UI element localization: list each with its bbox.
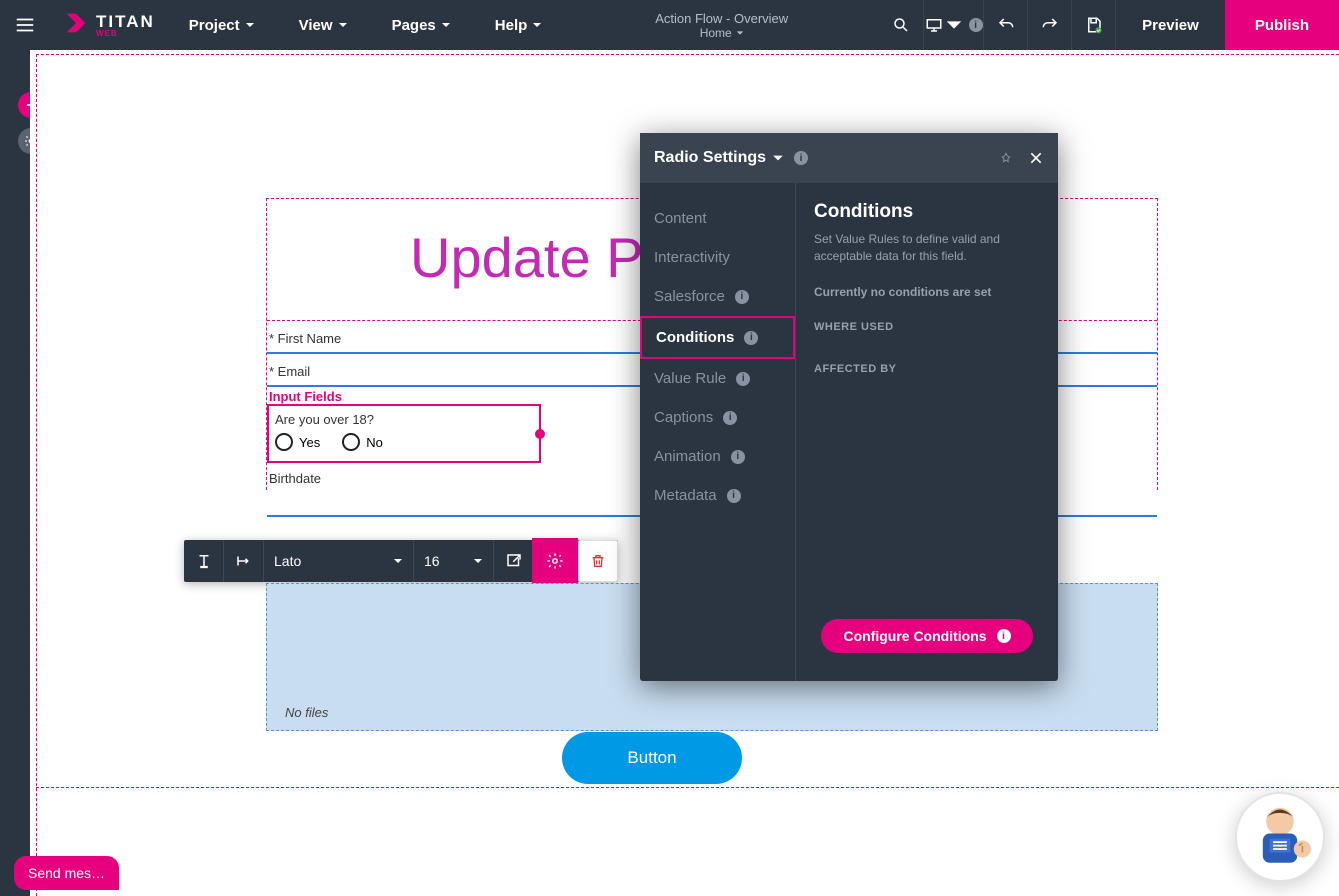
- search-button[interactable]: [879, 0, 923, 50]
- chevron-down-icon: [532, 20, 542, 30]
- redo-button[interactable]: [1027, 0, 1071, 50]
- info-badge-icon: i: [744, 331, 758, 345]
- device-preview-button[interactable]: i: [923, 0, 983, 50]
- info-badge-icon: i: [997, 629, 1011, 643]
- radio-settings-popover: Radio Settings i ContentInteractivitySal…: [640, 133, 1058, 681]
- popover-content: Conditions Set Value Rules to define val…: [796, 183, 1058, 681]
- page-context[interactable]: Action Flow - Overview Home: [564, 11, 879, 40]
- affected-by-section: AFFECTED BY: [814, 363, 1040, 375]
- logo[interactable]: TITAN WEB: [50, 9, 167, 42]
- chevron-down-icon: [393, 556, 403, 566]
- font-size-select[interactable]: 16: [414, 540, 494, 582]
- redo-icon: [1041, 16, 1059, 34]
- hamburger-menu[interactable]: [0, 14, 50, 36]
- gear-icon: [546, 552, 564, 570]
- spacing-icon: [235, 552, 253, 570]
- hamburger-icon: [14, 14, 36, 36]
- menu-view[interactable]: View: [277, 0, 370, 50]
- text-icon: [195, 552, 213, 570]
- menu-help[interactable]: Help: [473, 0, 565, 50]
- chevron-down-icon: [736, 29, 744, 37]
- context-title: Action Flow - Overview: [655, 11, 788, 26]
- popover-nav-captions[interactable]: Captionsi: [640, 398, 795, 437]
- popover-nav-interactivity[interactable]: Interactivity: [640, 238, 795, 277]
- popover-header[interactable]: Radio Settings i: [640, 133, 1058, 183]
- main-menu: Project View Pages Help: [167, 0, 565, 50]
- save-icon: [1085, 16, 1103, 34]
- search-icon: [892, 16, 910, 34]
- context-sub: Home: [700, 26, 744, 40]
- radio-question: Are you over 18?: [275, 412, 533, 427]
- chevron-down-icon: [441, 20, 451, 30]
- info-badge-icon: i: [735, 290, 749, 304]
- spacing-button[interactable]: [224, 540, 264, 582]
- top-toolbar: TITAN WEB Project View Pages Help Action…: [0, 0, 1339, 50]
- menu-pages[interactable]: Pages: [370, 0, 473, 50]
- delete-element-button[interactable]: [578, 540, 618, 582]
- radio-options: Yes No: [275, 433, 533, 451]
- font-family-select[interactable]: Lato: [264, 540, 414, 582]
- popover-nav-value-rule[interactable]: Value Rulei: [640, 359, 795, 398]
- chevron-down-icon: [245, 20, 255, 30]
- popover-title[interactable]: Radio Settings i: [654, 149, 808, 167]
- radio-option-no[interactable]: No: [342, 433, 383, 451]
- desktop-icon: [925, 16, 943, 34]
- logo-mark-icon: [62, 9, 90, 42]
- external-icon: [505, 552, 523, 570]
- save-button[interactable]: [1071, 0, 1115, 50]
- form-button[interactable]: Button: [562, 732, 742, 784]
- configure-conditions-button[interactable]: Configure Conditions i: [821, 619, 1032, 653]
- inline-format-toolbar: Lato 16: [184, 540, 618, 582]
- logo-subtitle: WEB: [96, 30, 155, 38]
- popover-body: ContentInteractivitySalesforceiCondition…: [640, 183, 1058, 681]
- element-settings-button[interactable]: [534, 540, 576, 582]
- radio-option-yes[interactable]: Yes: [275, 433, 320, 451]
- resize-handle[interactable]: [535, 429, 545, 439]
- logo-title: TITAN: [96, 13, 155, 30]
- chevron-down-icon: [338, 20, 348, 30]
- info-badge-icon: i: [969, 18, 983, 32]
- menu-project[interactable]: Project: [167, 0, 277, 50]
- info-badge-icon: i: [727, 489, 741, 503]
- page-outline-bottom: [36, 787, 1339, 788]
- popover-nav-animation[interactable]: Animationi: [640, 437, 795, 476]
- mascot-icon: [1237, 794, 1323, 880]
- trash-icon: [590, 553, 606, 569]
- info-badge-icon[interactable]: i: [794, 151, 808, 165]
- text-style-button[interactable]: [184, 540, 224, 582]
- radio-group-over18[interactable]: Are you over 18? Yes No: [267, 404, 541, 463]
- content-status: Currently no conditions are set: [814, 285, 1040, 299]
- undo-button[interactable]: [983, 0, 1027, 50]
- popover-nav-content[interactable]: Content: [640, 199, 795, 238]
- popover-nav-salesforce[interactable]: Salesforcei: [640, 277, 795, 316]
- left-rail: [0, 50, 30, 896]
- logo-text: TITAN WEB: [96, 13, 155, 38]
- chat-send-button[interactable]: Send mes…: [14, 856, 119, 890]
- preview-button[interactable]: Preview: [1115, 0, 1225, 50]
- radio-circle-icon: [275, 433, 293, 451]
- close-icon[interactable]: [1028, 150, 1044, 166]
- publish-button[interactable]: Publish: [1225, 0, 1339, 50]
- content-description: Set Value Rules to define valid and acce…: [814, 231, 1040, 265]
- info-badge-icon: i: [736, 372, 750, 386]
- pin-icon[interactable]: [998, 150, 1014, 166]
- info-badge-icon: i: [731, 450, 745, 464]
- popover-nav-metadata[interactable]: Metadatai: [640, 476, 795, 515]
- chat-avatar[interactable]: [1235, 792, 1325, 882]
- content-title: Conditions: [814, 201, 1040, 223]
- popover-nav: ContentInteractivitySalesforceiCondition…: [640, 183, 796, 681]
- right-tools: i Preview Publish: [879, 0, 1339, 50]
- info-badge-icon: i: [723, 411, 737, 425]
- chevron-down-icon: [945, 16, 963, 34]
- open-external-button[interactable]: [494, 540, 534, 582]
- chevron-down-icon: [473, 556, 483, 566]
- radio-circle-icon: [342, 433, 360, 451]
- undo-icon: [997, 16, 1015, 34]
- no-files-label: No files: [285, 705, 328, 720]
- chevron-down-icon: [772, 152, 784, 164]
- popover-nav-conditions[interactable]: Conditionsi: [640, 316, 795, 359]
- where-used-section: WHERE USED: [814, 321, 1040, 333]
